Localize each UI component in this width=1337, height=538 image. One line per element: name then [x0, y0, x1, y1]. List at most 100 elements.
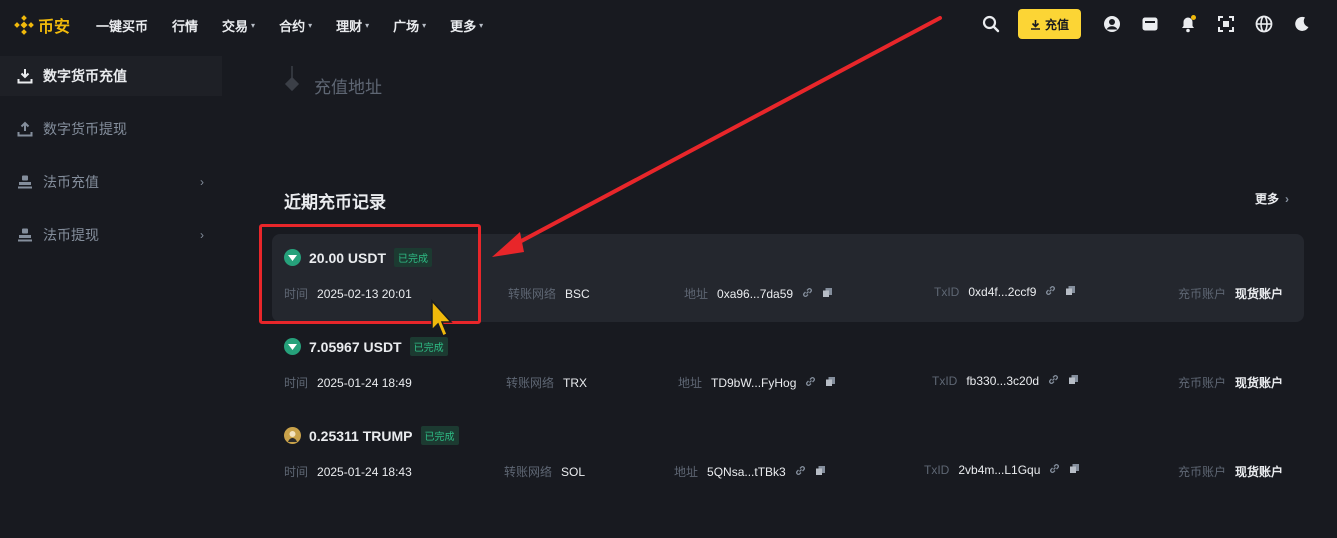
link-icon[interactable] — [802, 287, 813, 301]
field-value[interactable]: 5QNsa...tTBk3 — [707, 465, 786, 479]
field-label: TxID — [932, 374, 958, 388]
download-icon — [1030, 19, 1040, 30]
field-label: 充币账户 — [1178, 376, 1227, 390]
nav-item-label: 更多 — [450, 19, 477, 34]
nav-menu: 一键买币 行情 交易 ▾ 合约 ▾ 理财 ▾ 广场 ▾ 更多 ▾ — [96, 16, 507, 35]
field-label: 充币账户 — [1178, 465, 1227, 479]
sidebar-item-label: 数字货币提现 — [43, 121, 127, 137]
link-icon[interactable] — [1045, 285, 1056, 299]
more-link-label: 更多 — [1254, 192, 1279, 206]
step-diamond-icon — [284, 66, 300, 92]
nav-item[interactable]: 理财 ▾ — [336, 16, 369, 35]
top-nav: 币安 一键买币 行情 交易 ▾ 合约 ▾ 理财 ▾ 广场 ▾ 更多 ▾ 充值 — [0, 0, 1337, 48]
search-icon[interactable] — [972, 9, 1010, 39]
field-value: 2025-01-24 18:49 — [317, 375, 412, 390]
status-badge: 已完成 — [409, 337, 448, 356]
section-title: 近期充币记录 — [284, 193, 386, 212]
record-field-network: 转账网络 TRX — [506, 374, 587, 391]
sidebar-item-label: 数字货币充值 — [43, 68, 127, 84]
upload-icon — [16, 120, 34, 138]
deposit-record[interactable]: 7.05967 USDT 已完成时间 2025-01-24 18:49 转账网络 TRX… — [272, 323, 1304, 411]
field-label: 充币账户 — [1178, 287, 1227, 301]
record-header: 0.25311 TRUMP 已完成 — [284, 426, 459, 445]
record-field-network: 转账网络 SOL — [504, 463, 585, 480]
record-field-account: 充币账户 现货账户 — [1178, 374, 1283, 391]
field-value[interactable]: fb330...3c20d — [966, 374, 1039, 388]
link-icon[interactable] — [1049, 463, 1060, 477]
field-label: TxID — [934, 285, 960, 299]
copy-icon[interactable] — [822, 287, 833, 301]
chevron-right-icon: › — [1285, 191, 1289, 206]
sidebar-item[interactable]: 法币充值 › — [0, 162, 222, 202]
record-field-account: 充币账户 现货账户 — [1178, 463, 1283, 480]
nav-item[interactable]: 更多 ▾ — [450, 16, 483, 35]
sidebar: 数字货币充值 数字货币提现 法币充值 › 法币提现 › — [0, 56, 222, 268]
globe-icon[interactable] — [1245, 9, 1283, 39]
field-value: 现货账户 — [1235, 376, 1284, 390]
field-value[interactable]: TD9bW...FyHog — [711, 376, 796, 390]
record-field-network: 转账网络 BSC — [508, 285, 590, 302]
nav-item[interactable]: 行情 — [172, 16, 198, 35]
field-value: TRX — [563, 375, 588, 390]
copy-icon[interactable] — [825, 376, 836, 390]
record-amount: 0.25311 TRUMP — [309, 427, 413, 444]
download-app-icon[interactable] — [1207, 9, 1245, 39]
record-field-time: 时间 2025-01-24 18:49 — [284, 374, 412, 391]
wallet-icon[interactable] — [1131, 9, 1169, 39]
field-value: 2025-01-24 18:43 — [317, 464, 412, 479]
link-icon[interactable] — [1048, 374, 1059, 388]
record-field-address: 地址 TD9bW...FyHog — [678, 374, 836, 391]
record-amount: 7.05967 USDT — [309, 338, 402, 355]
copy-icon[interactable] — [1065, 285, 1076, 299]
record-field-txid: TxID 0xd4f...2ccf9 — [934, 285, 1076, 299]
copy-icon[interactable] — [815, 465, 826, 479]
nav-right: 充值 — [972, 9, 1321, 39]
record-field-txid: TxID 2vb4m...L1Gqu — [924, 463, 1080, 477]
chevron-down-icon: ▾ — [365, 21, 370, 30]
field-label: 地址 — [684, 287, 709, 301]
deposit-button[interactable]: 充值 — [1017, 9, 1081, 39]
chevron-right-icon: › — [200, 175, 204, 189]
record-header: 7.05967 USDT 已完成 — [284, 337, 448, 356]
step-label: 充值地址 — [314, 77, 382, 97]
bank-icon — [16, 226, 34, 244]
download-icon — [16, 67, 34, 85]
field-value[interactable]: 0xa96...7da59 — [717, 287, 793, 301]
field-label: 地址 — [678, 376, 703, 390]
nav-item[interactable]: 交易 ▾ — [222, 16, 255, 35]
sidebar-item[interactable]: 数字货币提现 — [0, 109, 222, 149]
nav-item[interactable]: 一键买币 — [96, 16, 148, 35]
nav-item[interactable]: 合约 ▾ — [279, 16, 312, 35]
nav-item[interactable]: 广场 ▾ — [393, 16, 426, 35]
bell-icon[interactable] — [1169, 9, 1207, 39]
nav-item-label: 理财 — [336, 19, 363, 34]
nav-item-label: 一键买币 — [96, 19, 149, 34]
sidebar-item[interactable]: 数字货币充值 — [0, 56, 222, 96]
chevron-down-icon: ▾ — [479, 21, 484, 30]
annotation-highlight-box — [259, 224, 481, 324]
field-value[interactable]: 2vb4m...L1Gqu — [958, 463, 1040, 477]
copy-icon[interactable] — [1068, 374, 1079, 388]
trump-coin-icon — [284, 427, 301, 444]
sidebar-item[interactable]: 法币提现 › — [0, 215, 222, 255]
status-badge: 已完成 — [420, 426, 459, 445]
usdt-coin-icon — [284, 338, 301, 355]
more-link[interactable]: 更多 › — [1255, 190, 1289, 207]
copy-icon[interactable] — [1069, 463, 1080, 477]
step-indicator: 充值地址 — [284, 66, 382, 104]
link-icon[interactable] — [805, 376, 816, 390]
brand-logo[interactable]: 币安 — [14, 13, 70, 37]
moon-icon[interactable] — [1283, 9, 1321, 39]
link-icon[interactable] — [795, 465, 806, 479]
chevron-down-icon: ▾ — [251, 21, 256, 30]
profile-icon[interactable] — [1093, 9, 1131, 39]
deposit-record[interactable]: 0.25311 TRUMP 已完成时间 2025-01-24 18:43 转账网络 SO… — [272, 412, 1304, 500]
field-value: SOL — [561, 464, 586, 479]
field-label: 转账网络 — [504, 465, 553, 479]
record-field-account: 充币账户 现货账户 — [1178, 285, 1283, 302]
deposit-button-label: 充值 — [1044, 17, 1069, 32]
sidebar-item-label: 法币充值 — [43, 174, 99, 190]
field-value[interactable]: 0xd4f...2ccf9 — [968, 285, 1036, 299]
field-label: 时间 — [284, 376, 309, 390]
field-label: 时间 — [284, 465, 309, 479]
